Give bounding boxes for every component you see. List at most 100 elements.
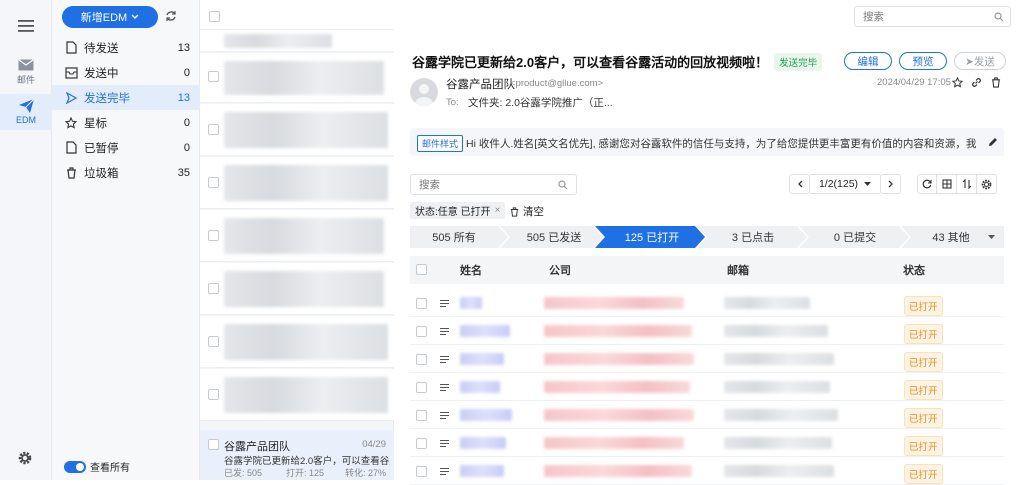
detail-lines-icon[interactable] <box>440 440 449 447</box>
prev-page-button[interactable] <box>789 174 810 194</box>
detail-lines-icon[interactable] <box>440 328 449 335</box>
detail-lines-icon[interactable] <box>440 356 449 363</box>
folder-sent-complete[interactable]: 发送完毕 13 <box>52 85 200 110</box>
folder-starred[interactable]: 星标 0 <box>52 110 200 135</box>
template-bar: 邮件样式 Hi 收件人.姓名[英文名优先], 感谢您对谷露软件的信任与支持，为了… <box>410 128 1004 156</box>
preview-button[interactable]: 预览 <box>899 52 947 70</box>
column-status[interactable]: 状态 <box>903 262 925 278</box>
folder-count: 0 <box>183 66 190 79</box>
step-submitted[interactable]: 0 已提交 <box>809 226 901 248</box>
recipient-search-input[interactable] <box>411 175 551 194</box>
folder-sending[interactable]: 发送中 0 <box>52 60 200 85</box>
table-row[interactable]: 已打开 <box>410 290 1004 317</box>
folder-paused[interactable]: 已暂停 0 <box>52 135 200 160</box>
company-cell <box>544 297 684 309</box>
list-item[interactable] <box>200 30 394 52</box>
row-checkbox[interactable] <box>416 326 427 337</box>
recipient-search[interactable] <box>410 174 577 195</box>
reload-button[interactable] <box>917 174 937 194</box>
item-checkbox[interactable] <box>208 230 219 241</box>
list-item[interactable] <box>200 210 394 262</box>
detail-lines-icon[interactable] <box>440 384 449 391</box>
list-item[interactable] <box>200 104 394 156</box>
column-name[interactable]: 姓名 <box>460 262 482 278</box>
row-status: 已打开 <box>904 324 943 344</box>
row-checkbox[interactable] <box>416 410 427 421</box>
step-clicked[interactable]: 3 已点击 <box>707 226 799 248</box>
row-checkbox[interactable] <box>416 298 427 309</box>
step-other[interactable]: 43 其他 <box>911 226 991 248</box>
detail-lines-icon[interactable] <box>440 468 449 475</box>
settings-button[interactable] <box>18 451 32 468</box>
page-select[interactable]: 1/2(125) <box>810 174 880 194</box>
view-all-toggle[interactable] <box>64 460 86 473</box>
table-row[interactable]: 已打开 <box>410 402 1004 429</box>
list-item[interactable] <box>200 53 394 103</box>
link-icon[interactable] <box>971 77 982 88</box>
select-all-rows-checkbox[interactable] <box>416 264 427 275</box>
new-edm-button[interactable]: 新增EDM <box>62 6 158 28</box>
item-checkbox[interactable] <box>208 283 219 294</box>
rail-item-edm[interactable]: EDM <box>0 94 52 130</box>
item-checkbox[interactable] <box>208 439 219 450</box>
table-row[interactable]: 已打开 <box>410 346 1004 373</box>
sort-button[interactable] <box>957 174 977 194</box>
table-row[interactable]: 已打开 <box>410 430 1004 457</box>
row-status: 已打开 <box>904 408 943 428</box>
item-checkbox[interactable] <box>208 389 219 400</box>
detail-lines-icon[interactable] <box>440 300 449 307</box>
name-cell <box>460 353 504 365</box>
row-checkbox[interactable] <box>416 466 427 477</box>
column-email[interactable]: 邮箱 <box>727 262 749 278</box>
filter-chip[interactable]: 状态:任意 已打开 × <box>410 202 506 219</box>
clear-filter-button[interactable]: 清空 <box>510 204 544 219</box>
table-settings-button[interactable] <box>977 174 997 194</box>
rail-item-mail[interactable]: 邮件 <box>0 52 52 92</box>
email-cell <box>724 409 838 421</box>
row-checkbox[interactable] <box>416 382 427 393</box>
list-item[interactable] <box>200 157 394 209</box>
rail-item-label: EDM <box>16 115 36 125</box>
send-button[interactable]: ➤发送 <box>954 52 1006 70</box>
item-checkbox[interactable] <box>208 71 219 82</box>
list-item[interactable] <box>200 263 394 315</box>
step-opened[interactable]: 125 已打开 <box>606 226 698 248</box>
item-sent: 已发: 505 <box>224 468 263 478</box>
name-cell <box>460 325 510 337</box>
step-all[interactable]: 505 所有 <box>410 226 498 248</box>
table-row[interactable]: 已打开 <box>410 374 1004 401</box>
name-cell <box>460 465 504 477</box>
star-icon[interactable] <box>952 77 963 88</box>
menu-button[interactable] <box>0 6 52 46</box>
step-sent[interactable]: 505 已发送 <box>510 226 598 248</box>
edit-button[interactable]: 编辑 <box>844 52 892 70</box>
trash-icon[interactable] <box>991 77 1001 88</box>
item-checkbox[interactable] <box>208 336 219 347</box>
list-item[interactable] <box>200 369 394 421</box>
row-checkbox[interactable] <box>416 354 427 365</box>
global-search[interactable] <box>854 6 1011 27</box>
folder-label: 垃圾箱 <box>84 167 119 180</box>
edit-pencil-icon[interactable] <box>988 137 998 147</box>
item-checkbox[interactable] <box>208 177 219 188</box>
select-all-checkbox[interactable] <box>209 11 220 22</box>
item-checkbox[interactable] <box>208 124 219 135</box>
clear-label: 清空 <box>523 206 544 218</box>
row-checkbox[interactable] <box>416 438 427 449</box>
folder-trash[interactable]: 垃圾箱 35 <box>52 160 200 185</box>
table-row[interactable]: 已打开 <box>410 318 1004 345</box>
folder-pending[interactable]: 待发送 13 <box>52 35 200 60</box>
column-company[interactable]: 公司 <box>549 262 571 278</box>
to-recipient[interactable]: 文件夹: 2.0谷露学院推广（正... <box>468 95 613 110</box>
detail-lines-icon[interactable] <box>440 412 449 419</box>
table-row[interactable]: 已打开 <box>410 458 1004 485</box>
close-icon[interactable]: × <box>495 205 501 216</box>
next-page-button[interactable] <box>880 174 901 194</box>
caret-down-icon[interactable] <box>988 235 995 239</box>
search-icon <box>994 12 1004 22</box>
refresh-button[interactable] <box>165 10 177 25</box>
list-item-selected[interactable]: 谷露产品团队 04/29 谷露学院已更新给2.0客户，可以查看谷露... 已发:… <box>200 430 394 480</box>
global-search-input[interactable] <box>855 7 985 26</box>
columns-button[interactable] <box>937 174 957 194</box>
list-item[interactable] <box>200 316 394 368</box>
